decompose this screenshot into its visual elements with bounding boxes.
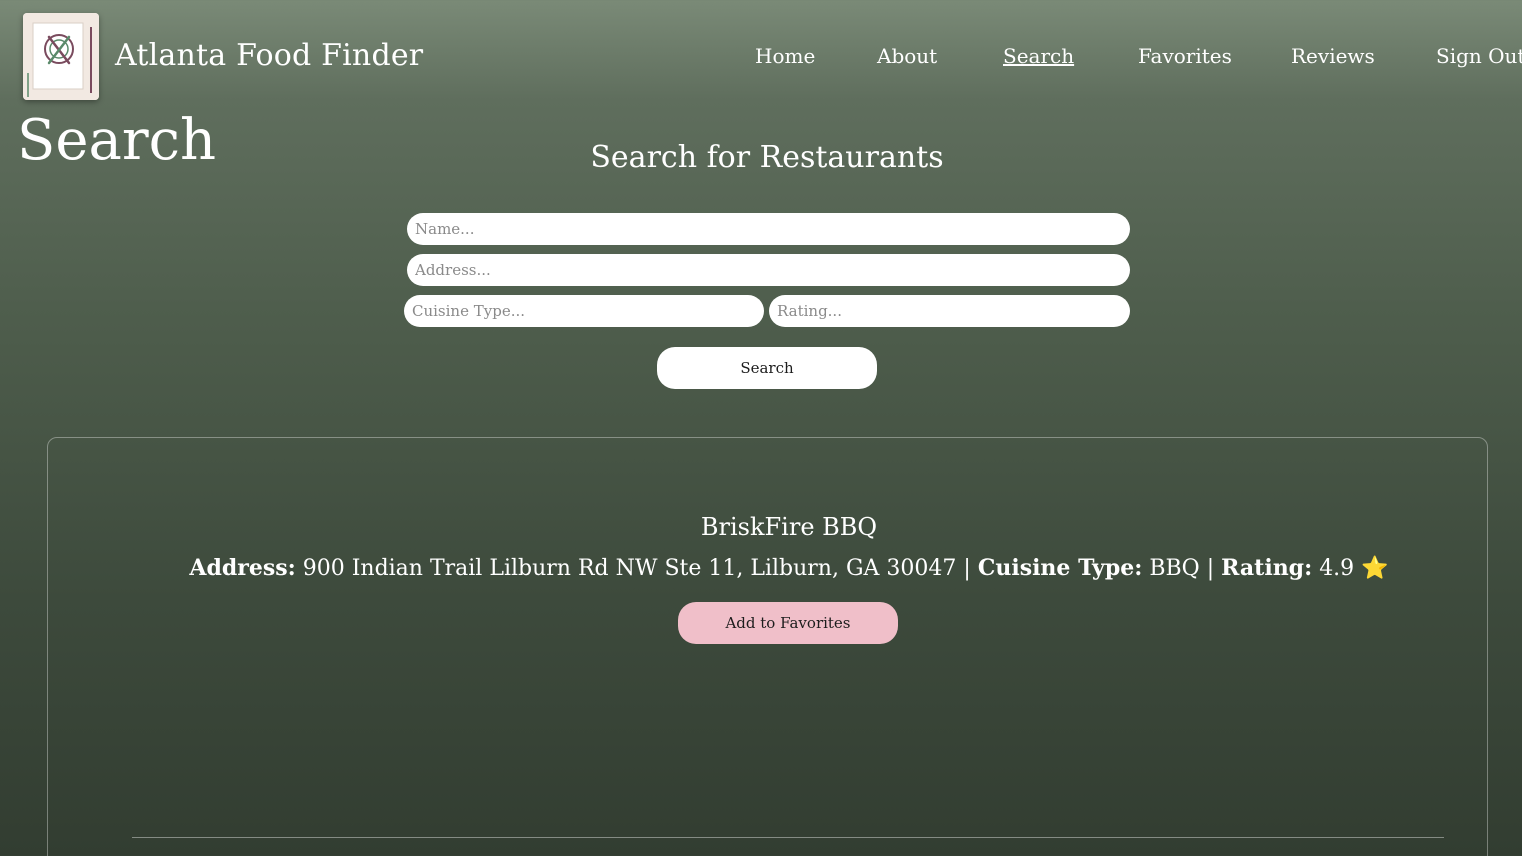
name-input[interactable] xyxy=(407,213,1130,245)
address-input[interactable] xyxy=(407,254,1130,286)
restaurant-name: BriskFire BBQ xyxy=(700,513,878,541)
divider xyxy=(132,837,1444,838)
star-icon: ⭐ xyxy=(1361,556,1389,581)
main-nav: Home About Search Favorites Reviews Sign… xyxy=(0,44,1522,74)
nav-about[interactable]: About xyxy=(877,44,937,68)
address-label: Address: xyxy=(189,555,296,581)
nav-reviews[interactable]: Reviews xyxy=(1291,44,1375,68)
search-heading: Search for Restaurants xyxy=(590,140,944,175)
nav-search[interactable]: Search xyxy=(1003,44,1074,68)
cuisine-label: Cuisine Type: xyxy=(977,555,1143,581)
restaurant-address: 900 Indian Trail Lilburn Rd NW Ste 11, L… xyxy=(302,556,957,581)
restaurant-cuisine: BBQ xyxy=(1149,556,1200,581)
rating-input[interactable] xyxy=(769,295,1130,327)
search-button[interactable]: Search xyxy=(657,347,877,389)
nav-sign-out[interactable]: Sign Out xyxy=(1436,44,1522,68)
rating-label: Rating: xyxy=(1221,555,1313,581)
site-header: Atlanta Food Finder Home About Search Fa… xyxy=(0,0,1522,110)
separator: | xyxy=(963,556,971,581)
results-panel xyxy=(47,437,1488,856)
restaurant-rating: 4.9 xyxy=(1319,556,1355,581)
cuisine-type-input[interactable] xyxy=(404,295,764,327)
add-to-favorites-button[interactable]: Add to Favorites xyxy=(678,602,898,644)
restaurant-details: Address: 900 Indian Trail Lilburn Rd NW … xyxy=(0,555,1522,581)
separator: | xyxy=(1206,556,1215,581)
nav-home[interactable]: Home xyxy=(755,44,815,68)
nav-favorites[interactable]: Favorites xyxy=(1138,44,1232,68)
